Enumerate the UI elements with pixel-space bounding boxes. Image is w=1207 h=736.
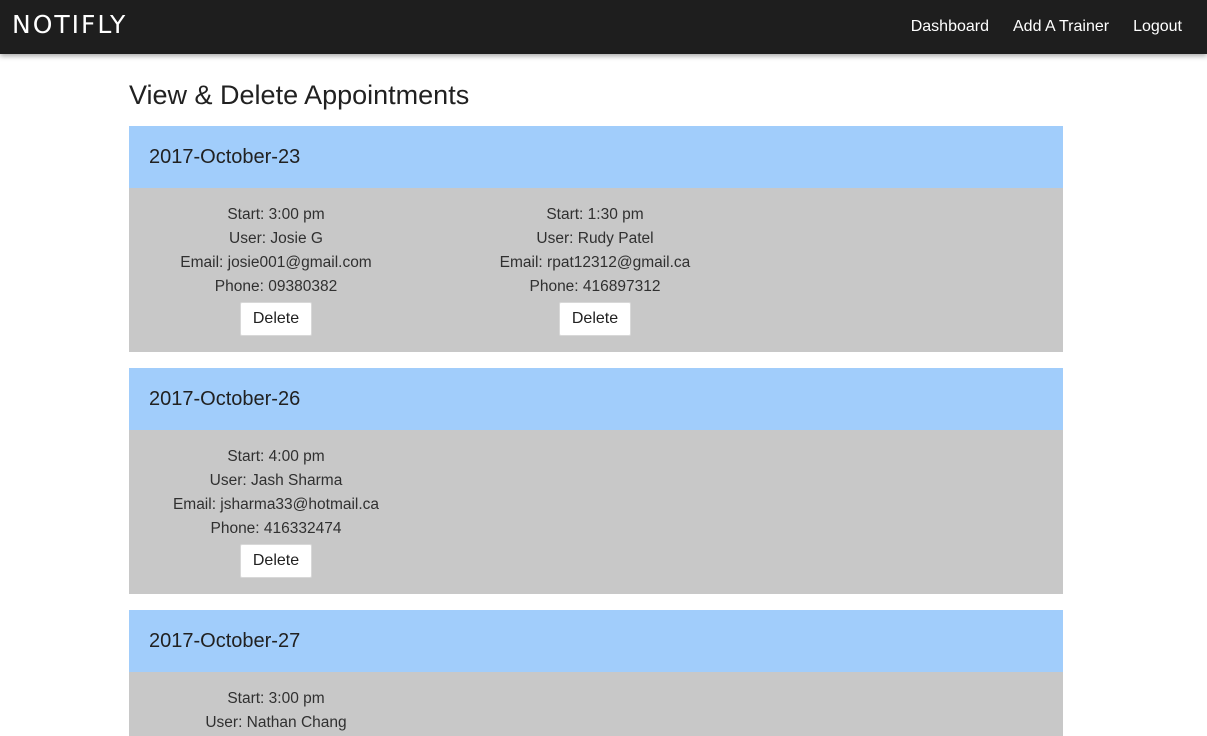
day-appointments: Start: 3:00 pm User: Nathan Chang: [129, 672, 1063, 736]
appointment-card: Start: 1:30 pm User: Rudy Patel Email: r…: [465, 203, 725, 336]
day-date: 2017-October-23: [129, 126, 1063, 188]
appointment-email: Email: jsharma33@hotmail.ca: [172, 496, 380, 513]
day-card: 2017-October-27 Start: 3:00 pm User: Nat…: [129, 610, 1063, 736]
day-appointments: Start: 4:00 pm User: Jash Sharma Email: …: [129, 430, 1063, 594]
page-title: View & Delete Appointments: [129, 80, 470, 110]
day-appointments: Start: 3:00 pm User: Josie G Email: josi…: [129, 188, 1063, 352]
appointment-user: User: Rudy Patel: [536, 230, 654, 247]
appointment-phone: Phone: 416897312: [529, 278, 661, 295]
appointment-user: User: Josie G: [229, 230, 323, 247]
day-card: 2017-October-26 Start: 4:00 pm User: Jas…: [129, 368, 1063, 594]
appointment-email: Email: rpat12312@gmail.ca: [499, 254, 691, 271]
day-date: 2017-October-26: [129, 368, 1063, 430]
appointment-start: Start: 3:00 pm: [227, 690, 325, 707]
appointment-start: Start: 4:00 pm: [227, 448, 325, 465]
brand-logo[interactable]: NOTIFLY: [12, 10, 127, 40]
nav-link-logout[interactable]: Logout: [1133, 18, 1182, 36]
appointment-start: Start: 3:00 pm: [227, 206, 325, 223]
appointment-card: Start: 3:00 pm User: Nathan Chang: [146, 687, 406, 735]
appointment-email: Email: josie001@gmail.com: [180, 254, 372, 271]
appointment-phone: Phone: 416332474: [210, 520, 342, 537]
day-date: 2017-October-27: [129, 610, 1063, 672]
appointment-user: User: Jash Sharma: [209, 472, 343, 489]
top-navbar: NOTIFLY Dashboard Add A Trainer Logout: [0, 0, 1207, 54]
appointment-phone: Phone: 09380382: [214, 278, 338, 295]
delete-button[interactable]: Delete: [239, 544, 313, 578]
delete-button[interactable]: Delete: [239, 302, 313, 336]
nav-link-dashboard[interactable]: Dashboard: [911, 18, 989, 36]
appointment-card: Start: 4:00 pm User: Jash Sharma Email: …: [146, 445, 406, 578]
nav-link-add-trainer[interactable]: Add A Trainer: [1013, 18, 1109, 36]
appointment-start: Start: 1:30 pm: [546, 206, 644, 223]
appointment-user: User: Nathan Chang: [205, 714, 347, 731]
day-card: 2017-October-23 Start: 3:00 pm User: Jos…: [129, 126, 1063, 352]
delete-button[interactable]: Delete: [558, 302, 632, 336]
nav-links: Dashboard Add A Trainer Logout: [887, 0, 1182, 54]
appointment-card: Start: 3:00 pm User: Josie G Email: josi…: [146, 203, 406, 336]
